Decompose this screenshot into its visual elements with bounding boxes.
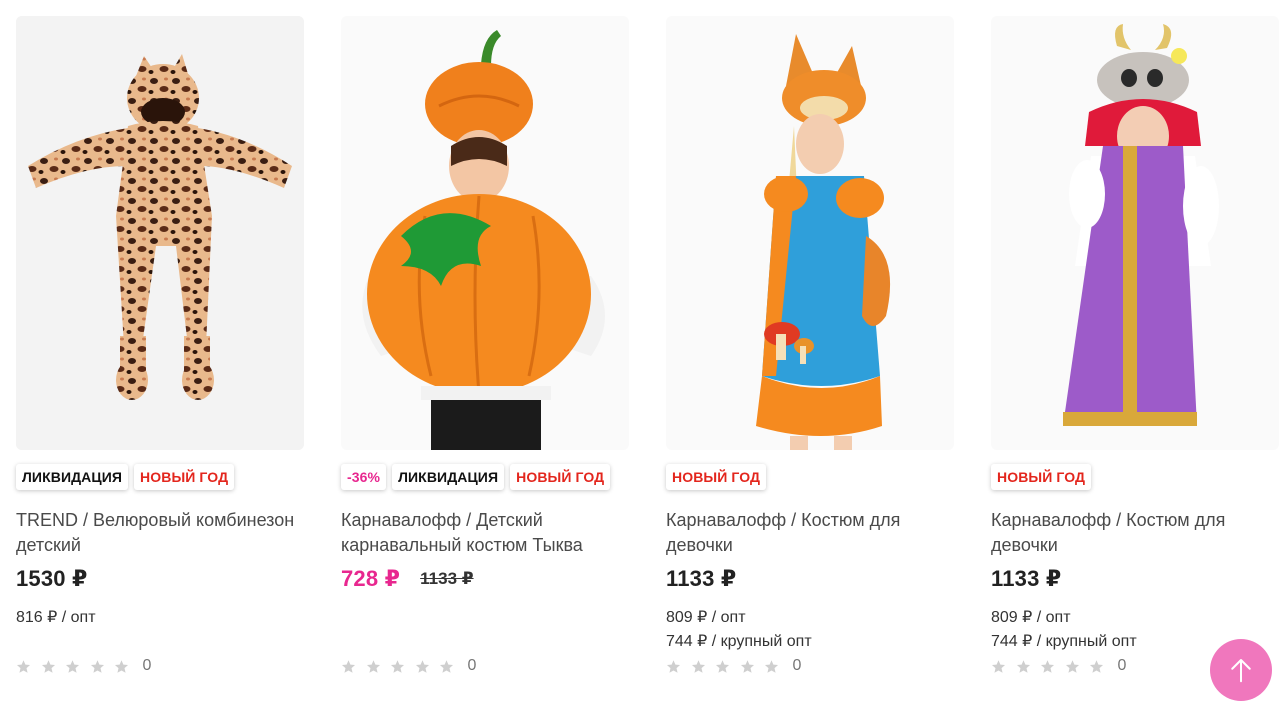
product-title[interactable]: Карнавалофф / Костюм для девочки (666, 508, 954, 558)
rating-count: 0 (1117, 657, 1127, 674)
squirrel-costume-image (666, 16, 954, 450)
badge-new-year: НОВЫЙ ГОД (666, 464, 767, 490)
rating[interactable]: 0 (16, 657, 151, 675)
star-icon (65, 659, 80, 674)
product-price: 1133 ₽ (991, 566, 1062, 591)
star-icon (715, 659, 730, 674)
product-image[interactable] (666, 16, 954, 450)
product-card[interactable]: -36% ЛИКВИДАЦИЯ НОВЫЙ ГОД Карнавалофф / … (341, 16, 629, 706)
product-image[interactable] (341, 16, 629, 450)
rating-count: 0 (142, 657, 152, 674)
star-icon (1089, 659, 1104, 674)
goat-costume-image (991, 16, 1279, 450)
product-title[interactable]: Карнавалофф / Костюм для девочки (991, 508, 1279, 558)
arrow-up-icon (1231, 659, 1251, 683)
star-icon (341, 659, 356, 674)
product-price: 728 ₽ (341, 566, 401, 591)
badge-new-year: НОВЫЙ ГОД (510, 464, 611, 490)
badge-new-year: НОВЫЙ ГОД (134, 464, 235, 490)
star-icon (1065, 659, 1080, 674)
star-icon (114, 659, 129, 674)
product-image[interactable] (991, 16, 1279, 450)
wholesale-price: 809 ₽ / опт (666, 609, 746, 626)
star-icon (764, 659, 779, 674)
price-row: 728 ₽ 1133 ₽ (341, 565, 474, 593)
star-icon (41, 659, 56, 674)
star-icon (90, 659, 105, 674)
pumpkin-costume-image (341, 16, 629, 450)
star-icon (366, 659, 381, 674)
product-price: 1530 ₽ (16, 566, 88, 591)
product-price: 1133 ₽ (666, 566, 737, 591)
star-icon (691, 659, 706, 674)
star-icon (16, 659, 31, 674)
star-icon (740, 659, 755, 674)
price-row: 1133 ₽ (991, 565, 1061, 593)
star-icon (1040, 659, 1055, 674)
wholesale-price: 816 ₽ / опт (16, 609, 96, 626)
badge-list: ЛИКВИДАЦИЯ НОВЫЙ ГОД (16, 464, 235, 490)
product-title[interactable]: Карнавалофф / Детский карнавальный костю… (341, 508, 629, 558)
large-wholesale-price: 744 ₽ / крупный опт (666, 633, 812, 650)
badge-discount: -36% (341, 464, 387, 490)
badge-liquidation: ЛИКВИДАЦИЯ (16, 464, 129, 490)
product-card[interactable]: НОВЫЙ ГОД Карнавалофф / Костюм для девоч… (666, 16, 954, 706)
product-card[interactable]: ЛИКВИДАЦИЯ НОВЫЙ ГОД TREND / Велюровый к… (16, 16, 304, 706)
product-card[interactable]: НОВЫЙ ГОД Карнавалофф / Костюм для девоч… (991, 16, 1279, 706)
product-image[interactable] (16, 16, 304, 450)
rating-count: 0 (792, 657, 802, 674)
price-row: 1530 ₽ (16, 565, 88, 593)
star-icon (991, 659, 1006, 674)
star-icon (390, 659, 405, 674)
badge-list: НОВЫЙ ГОД (666, 464, 767, 490)
wholesale-price: 809 ₽ / опт (991, 609, 1071, 626)
rating[interactable]: 0 (341, 657, 476, 675)
badge-list: -36% ЛИКВИДАЦИЯ НОВЫЙ ГОД (341, 464, 611, 490)
star-icon (439, 659, 454, 674)
product-grid: ЛИКВИДАЦИЯ НОВЫЙ ГОД TREND / Велюровый к… (16, 16, 1279, 716)
old-price: 1133 ₽ (420, 569, 474, 588)
rating[interactable]: 0 (666, 657, 801, 675)
badge-liquidation: ЛИКВИДАЦИЯ (392, 464, 505, 490)
large-wholesale-price: 744 ₽ / крупный опт (991, 633, 1137, 650)
badge-list: НОВЫЙ ГОД (991, 464, 1092, 490)
star-icon (1016, 659, 1031, 674)
star-icon (415, 659, 430, 674)
rating[interactable]: 0 (991, 657, 1126, 675)
scroll-top-button[interactable] (1210, 639, 1272, 701)
star-icon (666, 659, 681, 674)
badge-new-year: НОВЫЙ ГОД (991, 464, 1092, 490)
rating-count: 0 (467, 657, 477, 674)
product-title[interactable]: TREND / Велюровый комбинезон детский (16, 508, 304, 558)
leopard-jumpsuit-image (16, 16, 304, 450)
price-row: 1133 ₽ (666, 565, 736, 593)
